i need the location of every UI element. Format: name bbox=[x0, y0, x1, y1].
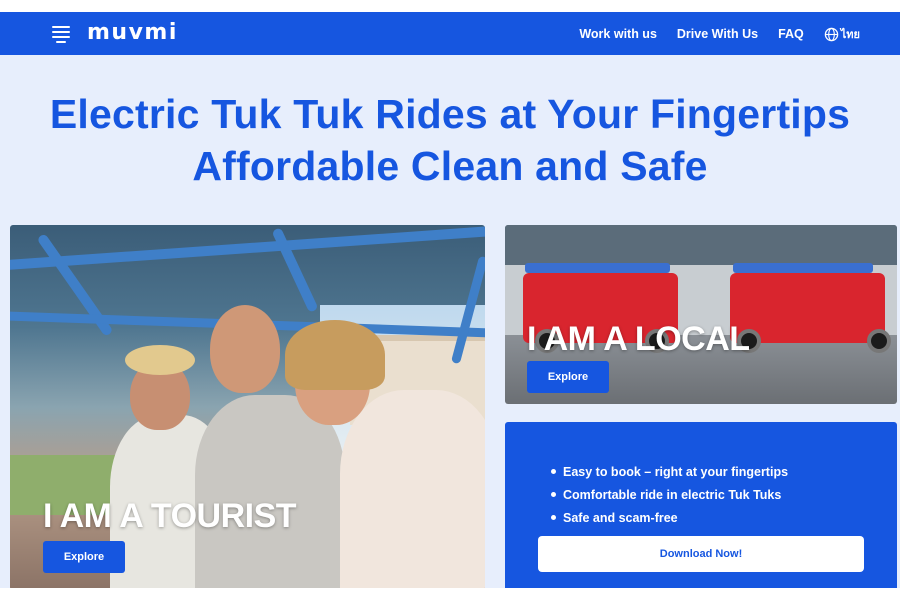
feature-text: Easy to book – right at your fingertips bbox=[563, 464, 789, 479]
tourist-card-title: I AM A TOURIST bbox=[43, 497, 297, 535]
language-label: ไทย bbox=[840, 29, 860, 41]
local-card-title: I AM A LOCAL bbox=[527, 320, 750, 358]
list-item: Easy to book – right at your fingertips bbox=[551, 460, 788, 483]
muvmi-logo[interactable]: muvmi bbox=[87, 20, 178, 45]
feature-text: Comfortable ride in electric Tuk Tuks bbox=[563, 487, 782, 502]
hero-line-1: Electric Tuk Tuk Rides at Your Fingertip… bbox=[49, 91, 851, 137]
list-item: Comfortable ride in electric Tuk Tuks bbox=[551, 483, 788, 506]
hero-line-2: Affordable Clean and Safe bbox=[192, 143, 708, 189]
tourist-card[interactable]: I AM A TOURIST Explore bbox=[10, 225, 485, 588]
top-navbar: muvmi Work with us Drive With Us FAQ ไทย bbox=[0, 12, 900, 55]
language-switcher[interactable]: ไทย bbox=[824, 25, 860, 43]
download-now-button[interactable]: Download Now! bbox=[538, 536, 864, 572]
nav-links: Work with us Drive With Us FAQ ไทย bbox=[579, 25, 860, 43]
nav-link-work-with-us[interactable]: Work with us bbox=[579, 27, 657, 41]
page: muvmi Work with us Drive With Us FAQ ไทย… bbox=[0, 12, 900, 588]
hamburger-menu-icon[interactable] bbox=[52, 26, 70, 43]
local-card[interactable]: I AM A LOCAL Explore bbox=[505, 225, 897, 404]
nav-link-faq[interactable]: FAQ bbox=[778, 27, 804, 41]
nav-link-drive-with-us[interactable]: Drive With Us bbox=[677, 27, 758, 41]
feature-text: Safe and scam-free bbox=[563, 510, 678, 525]
tourist-explore-button[interactable]: Explore bbox=[43, 541, 125, 573]
local-explore-button[interactable]: Explore bbox=[527, 361, 609, 393]
globe-icon bbox=[824, 27, 839, 41]
feature-list: Easy to book – right at your fingertips … bbox=[551, 460, 788, 529]
list-item: Safe and scam-free bbox=[551, 506, 788, 529]
hero-heading: Electric Tuk Tuk Rides at Your Fingertip… bbox=[0, 88, 900, 192]
app-download-promo: Easy to book – right at your fingertips … bbox=[505, 422, 897, 588]
